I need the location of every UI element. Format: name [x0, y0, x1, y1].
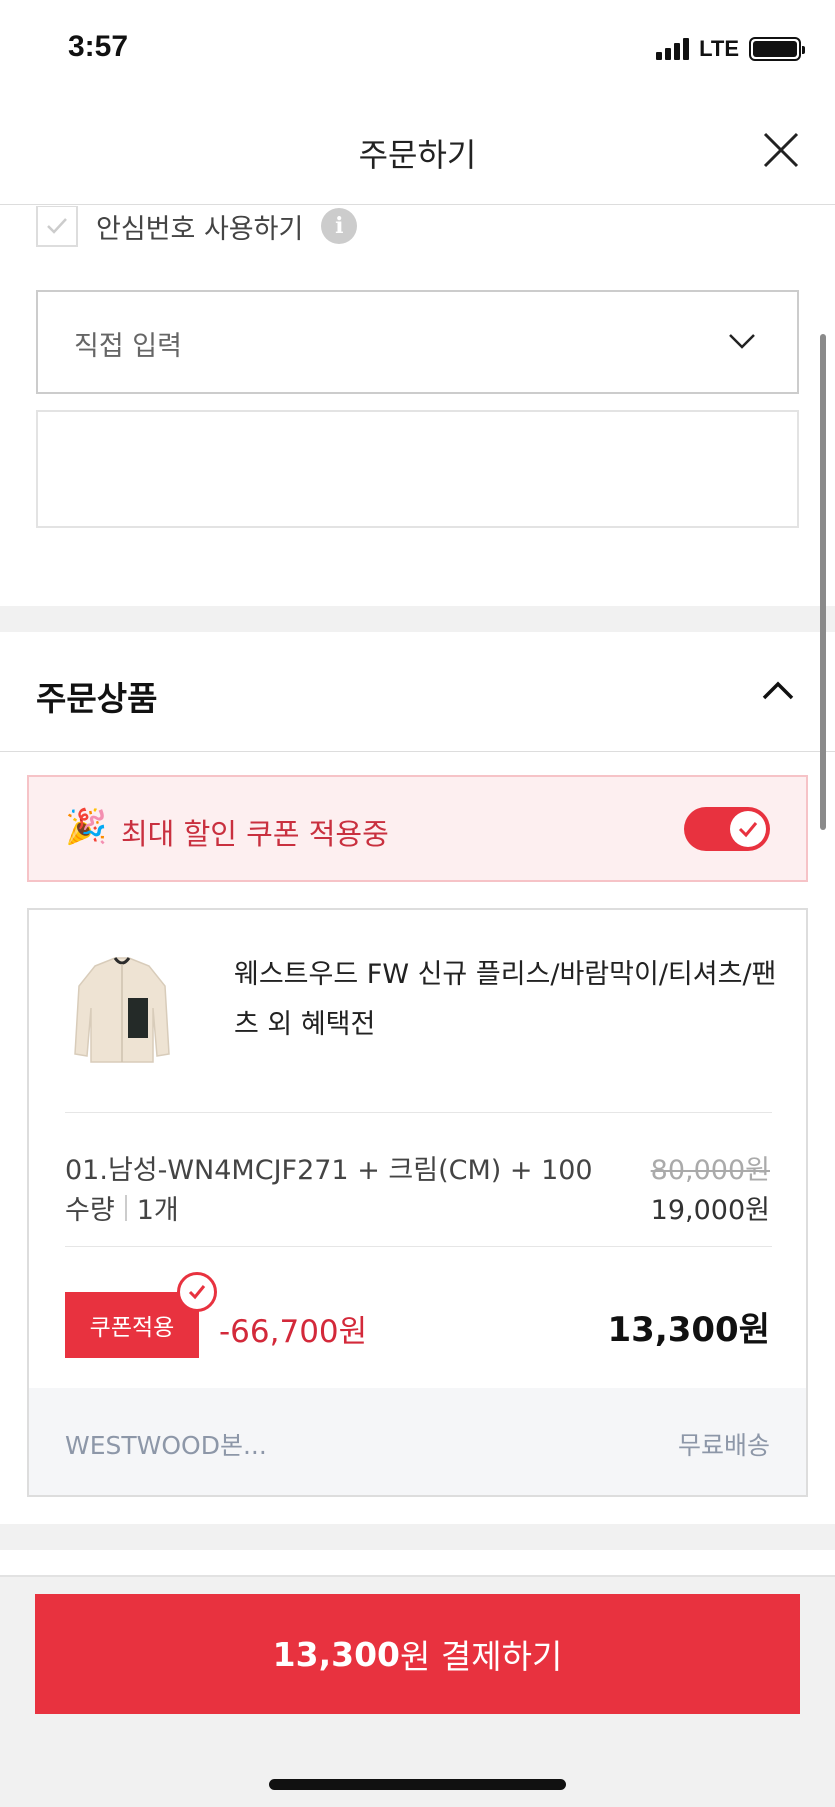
product-option: 01.남성-WN4MCJF271 + 크림(CM) + 100: [65, 1155, 593, 1186]
pay-button[interactable]: 13,300 원 결제하기: [35, 1594, 800, 1714]
delivery-memo-select[interactable]: 직접 입력: [36, 290, 799, 394]
safe-number-row[interactable]: 안심번호 사용하기 i: [36, 206, 358, 247]
safe-number-label: 안심번호 사용하기: [96, 213, 304, 245]
close-icon[interactable]: [759, 128, 803, 172]
status-time: 3:57: [68, 30, 129, 63]
sale-price: 19,000원: [650, 1195, 770, 1226]
page-title: 주문하기: [358, 136, 477, 174]
separator: [124, 1194, 127, 1221]
divider: [65, 1246, 772, 1247]
info-icon[interactable]: i: [321, 208, 358, 244]
shipping-info: 무료배송: [677, 1431, 770, 1460]
delivery-memo-value: 직접 입력: [74, 331, 182, 362]
check-icon: [730, 811, 766, 847]
product-card: 웨스트우드 FW 신규 플리스/바람막이/티셔츠/팬츠 외 혜택전 01.남성-…: [27, 908, 808, 1497]
section-title: 주문상품: [36, 679, 158, 718]
coupon-banner-text: 최대 할인 쿠폰 적용중: [121, 817, 389, 851]
scrollbar[interactable]: [820, 334, 826, 830]
quantity-label: 수량: [65, 1195, 115, 1226]
original-price: 80,000원: [650, 1155, 770, 1186]
signal-icon: [656, 38, 690, 60]
bottom-bar: 13,300 원 결제하기: [0, 1575, 835, 1807]
quantity-value: 1개: [136, 1195, 179, 1226]
coupon-toggle[interactable]: [684, 807, 770, 851]
product-image[interactable]: [65, 946, 179, 1068]
max-coupon-banner: 🎉 최대 할인 쿠폰 적용중: [27, 775, 808, 882]
product-name[interactable]: 웨스트우드 FW 신규 플리스/바람막이/티셔츠/팬츠 외 혜택전: [234, 950, 790, 1050]
home-indicator: [269, 1779, 566, 1790]
safe-number-checkbox[interactable]: [36, 206, 78, 247]
quantity-row: 수량 1개: [65, 1188, 179, 1227]
status-indicators: LTE: [656, 36, 805, 62]
status-bar: 3:57 LTE: [0, 0, 835, 100]
nav-bar: 주문하기: [0, 100, 835, 205]
section-divider: [0, 1524, 835, 1550]
chevron-down-icon: [725, 324, 759, 362]
final-price: 13,300원: [607, 1310, 770, 1350]
seller-footer: WESTWOOD본... 무료배송: [29, 1388, 806, 1495]
pay-amount: 13,300: [272, 1634, 401, 1674]
network-type: LTE: [699, 36, 739, 61]
battery-icon: [749, 37, 805, 61]
section-divider: [0, 606, 835, 632]
order-items-header[interactable]: 주문상품: [0, 632, 835, 752]
order-content[interactable]: 안심번호 사용하기 i 직접 입력 주문상품 🎉 최대 할인 쿠폰 적용중 웨스…: [0, 206, 835, 1575]
pay-label: 원 결제하기: [400, 1637, 563, 1676]
seller-name[interactable]: WESTWOOD본...: [65, 1426, 267, 1462]
chevron-up-icon[interactable]: [759, 672, 797, 714]
discount-amount: -66,700원: [219, 1314, 368, 1350]
check-circle-icon: [177, 1272, 217, 1312]
party-popper-icon: 🎉: [65, 807, 108, 847]
divider: [65, 1112, 772, 1113]
delivery-memo-textarea[interactable]: [36, 410, 799, 528]
